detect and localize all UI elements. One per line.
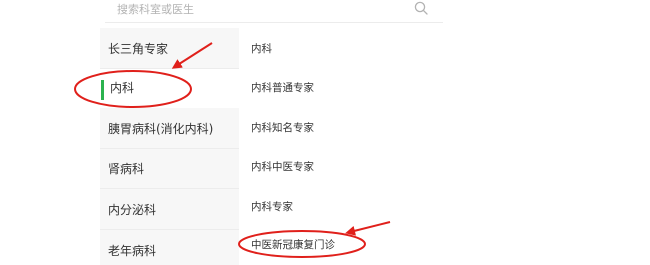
sidebar-item-label: 内科 (110, 81, 135, 95)
sidebar-item-label: 长三角专家 (108, 42, 169, 56)
sidebar-item-label: 老年病科 (108, 244, 157, 258)
list-item[interactable]: 内科专家 (251, 200, 293, 214)
list-item[interactable]: 内科普通专家 (251, 81, 314, 95)
sidebar-item-label: 内分泌科 (108, 203, 157, 217)
sidebar-item-label: 肾病科 (108, 162, 145, 176)
active-indicator (101, 80, 104, 100)
sidebar-item-gastroenterology[interactable]: 胰胃病科(消化内科) (100, 110, 239, 149)
department-selector-screen: 搜索科室或医生 长三角专家 内科 胰胃病科(消化内科) 肾病科 内分泌科 老年病… (0, 0, 650, 265)
list-item[interactable]: 内科知名专家 (251, 121, 314, 135)
department-panel: 长三角专家 内科 胰胃病科(消化内科) 肾病科 内分泌科 老年病科 内科 内科普… (100, 28, 446, 265)
sidebar-item-geriatrics[interactable]: 老年病科 (100, 232, 239, 265)
search-icon[interactable] (413, 0, 429, 16)
subdepartment-list: 内科 内科普通专家 内科知名专家 内科中医专家 内科专家 中医新冠康复门诊 (239, 28, 446, 265)
search-bar[interactable]: 搜索科室或医生 (105, 0, 443, 23)
list-item[interactable]: 内科中医专家 (251, 160, 314, 174)
search-input[interactable]: 搜索科室或医生 (117, 2, 194, 18)
sidebar-item-nephrology[interactable]: 肾病科 (100, 150, 239, 189)
list-item[interactable]: 内科 (251, 42, 272, 56)
sidebar-item-internal-medicine[interactable]: 内科 (100, 69, 239, 108)
list-item[interactable]: 中医新冠康复门诊 (251, 238, 335, 252)
department-sidebar: 长三角专家 内科 胰胃病科(消化内科) 肾病科 内分泌科 老年病科 (100, 28, 239, 265)
sidebar-item-label: 胰胃病科(消化内科) (108, 122, 214, 136)
sidebar-item-changsanjiao-experts[interactable]: 长三角专家 (100, 30, 239, 69)
sidebar-item-endocrinology[interactable]: 内分泌科 (100, 191, 239, 230)
